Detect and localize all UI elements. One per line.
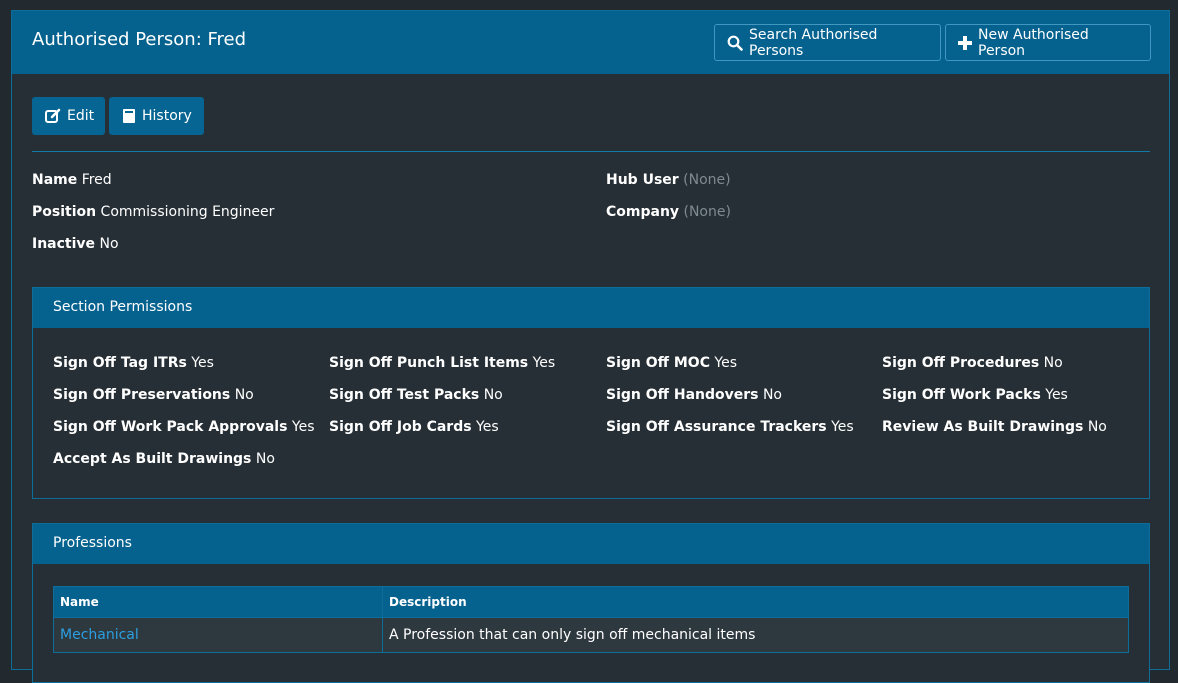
column-header-description[interactable]: Description [382,586,1129,618]
professions-title: Professions [53,535,132,551]
company-field: Company (None) [606,204,731,220]
permission-value: No [1087,419,1107,435]
profession-name-cell: Mechanical [53,617,383,653]
section-permissions-header: Section Permissions [33,288,1149,328]
position-field: Position Commissioning Engineer [32,204,274,220]
permission-value: No [483,387,503,403]
book-icon [122,108,136,124]
plus-icon [958,35,972,50]
permission-label: Sign Off Handovers [606,387,759,403]
permission-item: Sign Off MOC Yes [606,355,737,371]
new-authorised-person-label: New Authorised Person [978,26,1089,59]
panel-header: Authorised Person: Fred Search Authorise… [12,11,1169,74]
permission-label: Sign Off Assurance Trackers [606,419,827,435]
permission-item: Sign Off Work Pack Approvals Yes [53,419,315,435]
inactive-label: Inactive [32,236,96,252]
page-title: Authorised Person: Fred [32,29,247,50]
permission-item: Review As Built Drawings No [882,419,1107,435]
permission-label: Sign Off Preservations [53,387,231,403]
name-label: Name [32,172,78,188]
permission-item: Sign Off Punch List Items Yes [329,355,555,371]
search-authorised-persons-button[interactable]: Search Authorised Persons [714,24,941,61]
divider [32,151,1150,152]
professions-header: Professions [33,524,1149,564]
profession-link[interactable]: Mechanical [60,627,139,643]
history-label: History [142,108,192,124]
professions-table: Name Description Mechanical A Profession… [53,586,1129,653]
inactive-value: No [99,236,119,252]
permission-value: No [1043,355,1063,371]
permission-label: Sign Off Test Packs [329,387,480,403]
permission-item: Sign Off Job Cards Yes [329,419,499,435]
inactive-field: Inactive No [32,236,119,252]
edit-label: Edit [67,108,95,124]
permission-item: Sign Off Preservations No [53,387,254,403]
search-icon [727,35,743,51]
name-value: Fred [81,172,112,188]
edit-button[interactable]: Edit [32,97,105,135]
permission-label: Sign Off Work Packs [882,387,1041,403]
column-header-name[interactable]: Name [53,586,383,618]
hub-user-field: Hub User (None) [606,172,731,188]
permission-value: Yes [476,419,499,435]
permission-label: Sign Off MOC [606,355,710,371]
permission-value: Yes [291,419,315,435]
permission-label: Review As Built Drawings [882,419,1084,435]
edit-icon [45,108,61,124]
permission-item: Sign Off Procedures No [882,355,1063,371]
permission-label: Accept As Built Drawings [53,451,252,467]
permission-item: Sign Off Handovers No [606,387,782,403]
permission-label: Sign Off Tag ITRs [53,355,187,371]
hub-user-value: (None) [683,172,731,188]
company-label: Company [606,204,680,220]
permission-label: Sign Off Work Pack Approvals [53,419,288,435]
permission-value: No [762,387,782,403]
table-header-row: Name Description [53,586,1129,618]
table-row: Mechanical A Profession that can only si… [53,617,1129,653]
permission-item: Sign Off Test Packs No [329,387,503,403]
permission-label: Sign Off Procedures [882,355,1040,371]
permission-item: Sign Off Tag ITRs Yes [53,355,214,371]
new-authorised-person-button[interactable]: New Authorised Person [945,24,1151,61]
profession-description-cell: A Profession that can only sign off mech… [382,617,1129,653]
permission-label: Sign Off Job Cards [329,419,472,435]
section-permissions-title: Section Permissions [53,299,193,315]
permission-value: No [255,451,275,467]
authorised-person-panel: Authorised Person: Fred Search Authorise… [11,10,1170,683]
permission-item: Sign Off Work Packs Yes [882,387,1068,403]
permission-value: No [234,387,254,403]
permission-value: Yes [532,355,556,371]
search-authorised-persons-label: Search Authorised Persons [749,26,878,59]
permission-label: Sign Off Punch List Items [329,355,529,371]
company-value: (None) [683,204,731,220]
history-button[interactable]: History [109,97,204,135]
permission-value: Yes [1045,387,1068,403]
permission-value: Yes [714,355,738,371]
hub-user-label: Hub User [606,172,679,188]
professions-panel: Professions Name Description Mechanical … [32,523,1150,683]
position-label: Position [32,204,97,220]
permission-item: Sign Off Assurance Trackers Yes [606,419,854,435]
permission-value: Yes [191,355,214,371]
permission-value: Yes [831,419,854,435]
permission-item: Accept As Built Drawings No [53,451,275,467]
position-value: Commissioning Engineer [100,204,275,220]
name-field: Name Fred [32,172,112,188]
section-permissions-panel: Section Permissions Sign Off Tag ITRs Ye… [32,287,1150,499]
